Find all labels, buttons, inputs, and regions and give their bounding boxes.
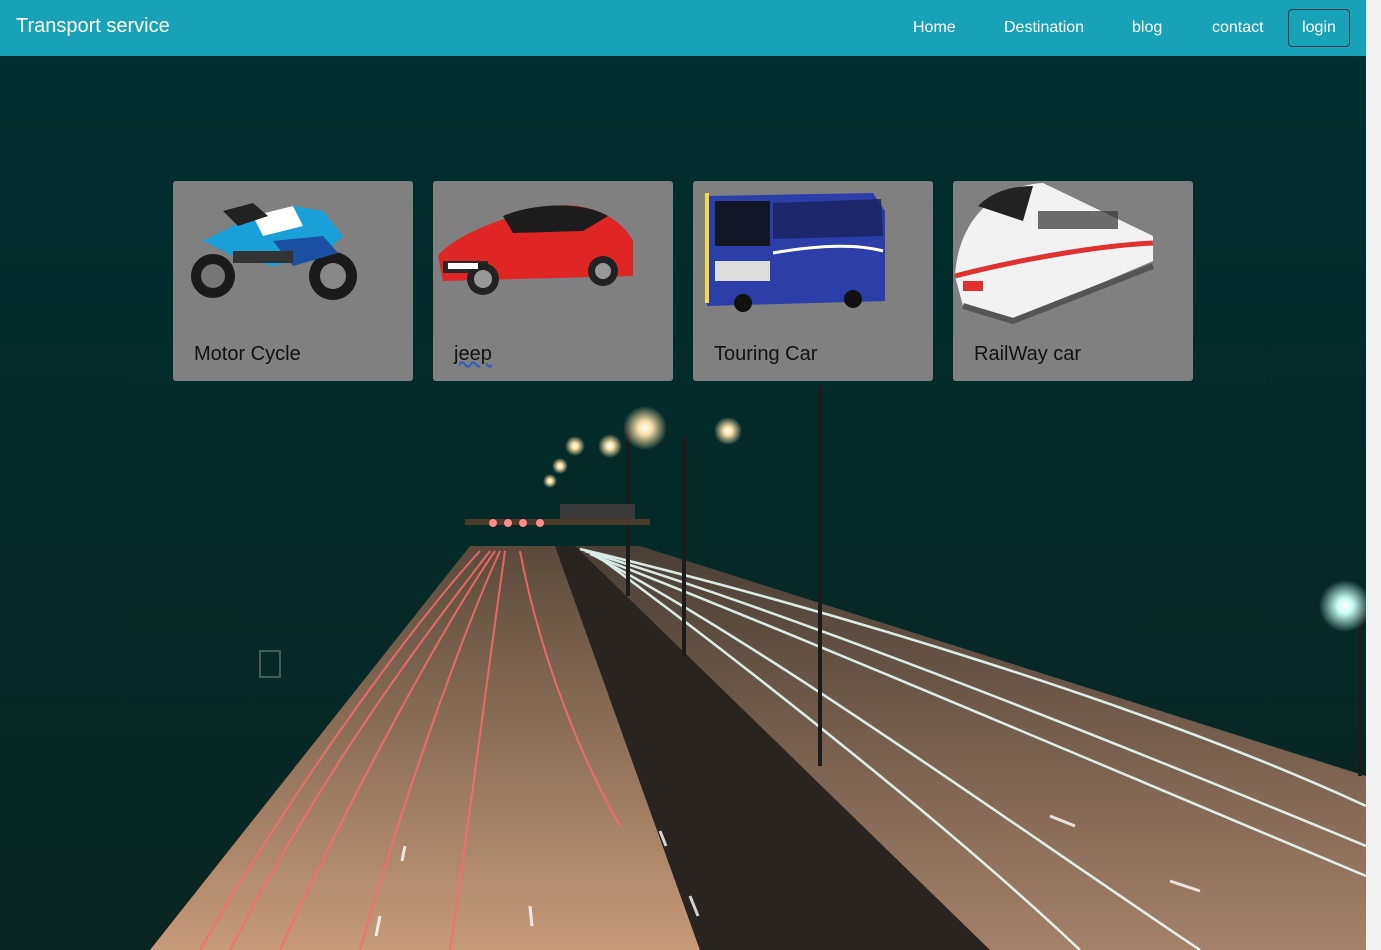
nav-link-contact[interactable]: contact: [1212, 19, 1264, 37]
card-jeep[interactable]: jeep: [433, 181, 673, 381]
card-title: Motor Cycle: [194, 343, 301, 365]
card-title: RailWay car: [974, 343, 1082, 365]
card-railway-car[interactable]: RailWay car: [953, 181, 1193, 381]
nav-link-blog[interactable]: blog: [1132, 19, 1162, 37]
brand-title[interactable]: Transport service: [16, 15, 170, 38]
sports-car-image: [438, 205, 633, 295]
nav-link-home[interactable]: Home: [913, 19, 956, 37]
bus-image: [705, 193, 885, 312]
card-touring-car[interactable]: Touring Car: [693, 181, 933, 381]
nav-link-destination[interactable]: Destination: [1004, 19, 1084, 37]
page: Transport service Home Destination blog …: [0, 0, 1366, 950]
login-button[interactable]: login: [1288, 9, 1350, 47]
navbar: Transport service Home Destination blog …: [0, 0, 1366, 56]
scrollbar[interactable]: [1366, 0, 1381, 950]
train-image: [954, 183, 1155, 325]
card-title: jeep: [454, 343, 492, 365]
card-title: Touring Car: [714, 343, 818, 365]
motorcycle-image: [191, 203, 357, 300]
card-motor-cycle[interactable]: Motor Cycle: [173, 181, 413, 381]
